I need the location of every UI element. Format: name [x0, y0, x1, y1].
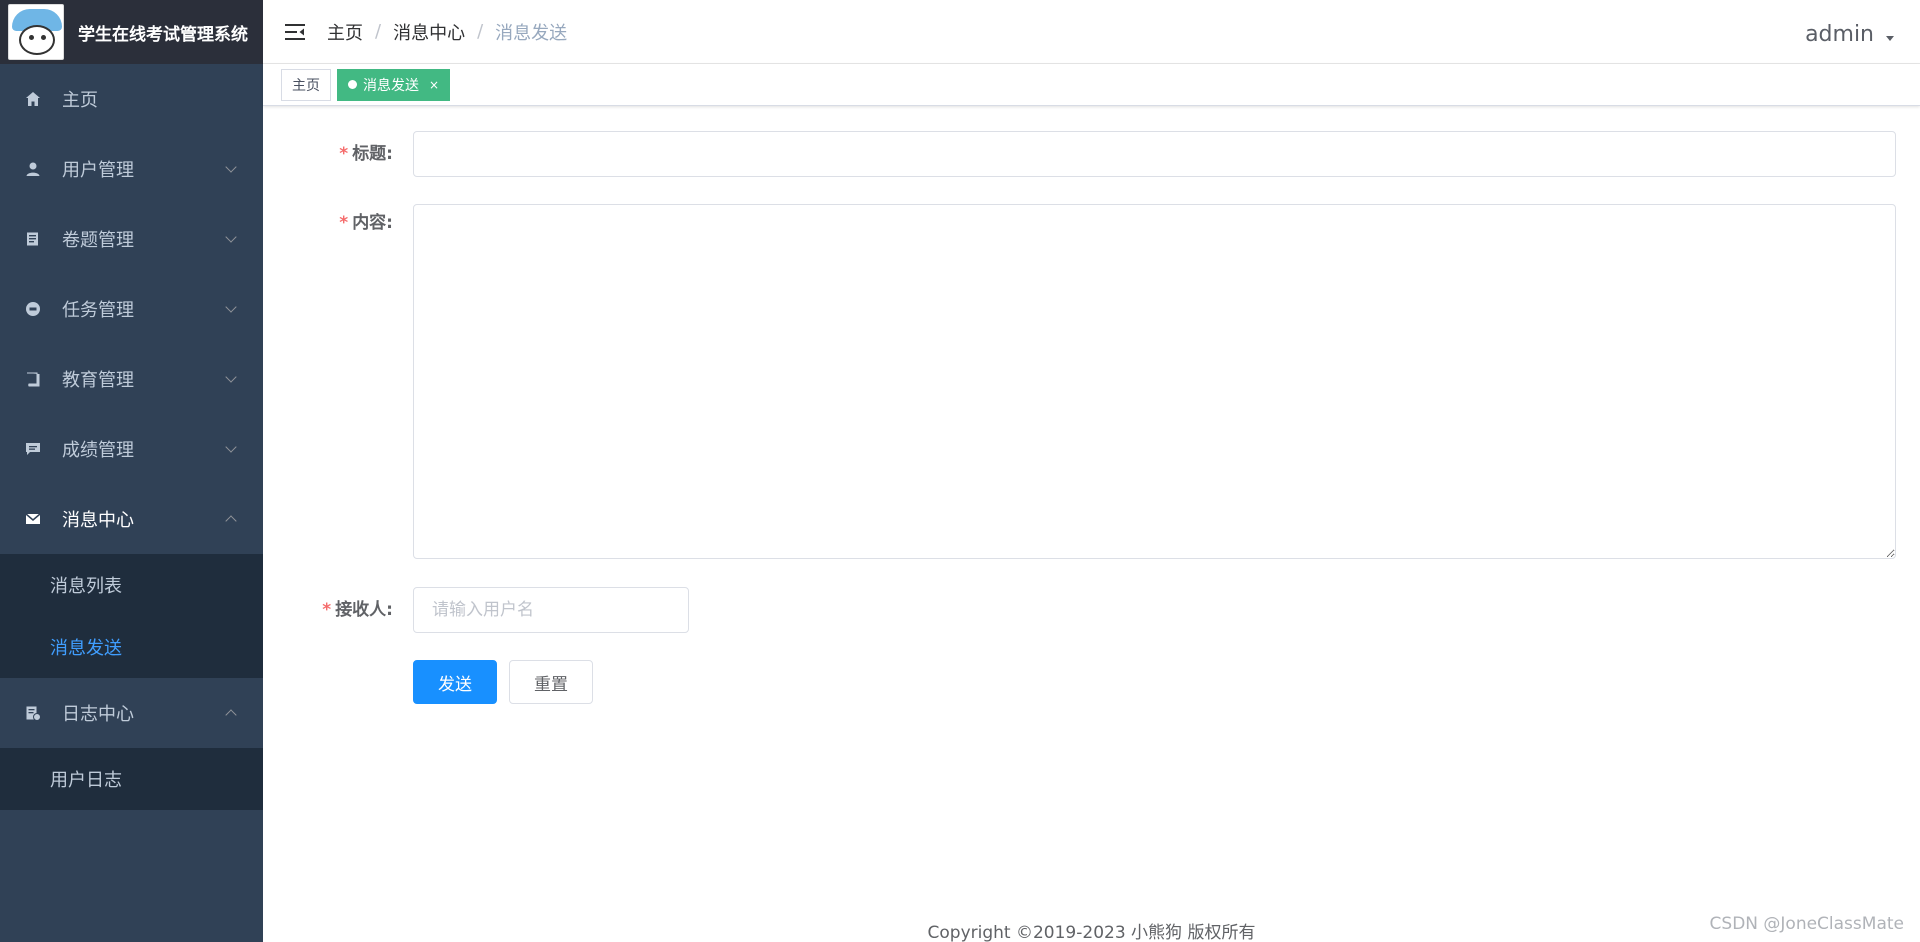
log-icon: [24, 704, 42, 722]
receiver-input[interactable]: [413, 587, 689, 633]
form-item-content: * 内容:: [263, 204, 1896, 559]
receiver-label: * 接收人:: [322, 600, 393, 620]
tags-view: 主页 消息发送 ×: [263, 64, 1920, 106]
reset-button[interactable]: 重置: [509, 660, 593, 704]
chevron-down-icon: [225, 441, 237, 453]
sidebar-item-message-center[interactable]: 消息中心: [0, 484, 263, 554]
sidebar-item-home[interactable]: 主页: [0, 64, 263, 134]
sidebar-item-label: 成绩管理: [62, 440, 134, 461]
sidebar-item-label: 用户管理: [62, 160, 134, 181]
form-item-title: * 标题:: [263, 131, 1896, 177]
breadcrumb-separator: /: [477, 21, 484, 42]
hamburger-icon[interactable]: [283, 20, 307, 44]
title-input[interactable]: [413, 131, 1896, 177]
breadcrumb-item-current: 消息发送: [495, 22, 568, 44]
sidebar-subitem-message-send[interactable]: 消息发送: [0, 616, 263, 678]
content-label: * 内容:: [339, 213, 393, 233]
close-icon[interactable]: ×: [429, 78, 439, 92]
sidebar-item-label: 卷题管理: [62, 230, 134, 251]
breadcrumb-separator: /: [375, 21, 382, 42]
sidebar-item-education-management[interactable]: 教育管理: [0, 344, 263, 414]
navbar: 主页 / 消息中心 / 消息发送 admin: [263, 0, 1920, 64]
caret-down-icon: [1886, 36, 1894, 41]
form-actions: 发送 重置: [413, 660, 593, 704]
chat-icon: [24, 440, 42, 458]
chevron-down-icon: [225, 161, 237, 173]
logo-area[interactable]: 学生在线考试管理系统: [0, 0, 263, 64]
sidebar-item-label: 日志中心: [62, 704, 134, 725]
sidebar-subitem-user-log[interactable]: 用户日志: [0, 748, 263, 810]
user-dropdown[interactable]: admin: [1805, 22, 1894, 47]
sidebar: 学生在线考试管理系统 主页 用户管理 卷题管理 任务管理 教育管理 成绩管理 消…: [0, 0, 263, 942]
title-label: * 标题:: [339, 144, 393, 164]
task-icon: [24, 300, 42, 318]
sidebar-item-task-management[interactable]: 任务管理: [0, 274, 263, 344]
sidebar-item-label: 任务管理: [62, 300, 134, 321]
sidebar-subitem-message-list[interactable]: 消息列表: [0, 554, 263, 616]
sidebar-item-label: 消息中心: [62, 510, 134, 531]
user-icon: [24, 160, 42, 178]
sidebar-item-label: 教育管理: [62, 370, 134, 391]
breadcrumb-item-message-center[interactable]: 消息中心: [393, 19, 465, 45]
chevron-down-icon: [225, 301, 237, 313]
form-item-receiver: * 接收人:: [263, 587, 689, 633]
home-icon: [24, 90, 42, 108]
send-button[interactable]: 发送: [413, 660, 497, 704]
chevron-down-icon: [225, 371, 237, 383]
watermark: CSDN @JoneClassMate: [1709, 914, 1904, 934]
footer-copyright: Copyright ©2019-2023 小熊狗 版权所有: [927, 923, 1256, 942]
tab-label: 消息发送: [363, 77, 419, 94]
sidebar-item-log-center[interactable]: 日志中心: [0, 678, 263, 748]
tab-message-send[interactable]: 消息发送 ×: [337, 68, 451, 101]
chevron-up-icon: [225, 515, 237, 527]
book-icon: [24, 370, 42, 388]
tab-label: 主页: [292, 77, 320, 94]
chevron-up-icon: [225, 709, 237, 721]
chevron-down-icon: [225, 231, 237, 243]
submenu-log-center: 用户日志: [0, 748, 263, 810]
submenu-message-center: 消息列表 消息发送: [0, 554, 263, 678]
mail-icon: [24, 510, 42, 528]
sidebar-item-score-management[interactable]: 成绩管理: [0, 414, 263, 484]
main-content: *标题: *内容: *接收人: 发送 重置: [263, 106, 1920, 942]
sidebar-item-label: 主页: [62, 90, 98, 111]
sidebar-item-user-management[interactable]: 用户管理: [0, 134, 263, 204]
active-dot-icon: [348, 80, 357, 89]
username: admin: [1805, 22, 1874, 47]
breadcrumb: 主页 / 消息中心 / 消息发送: [327, 19, 567, 45]
tab-home[interactable]: 主页: [281, 68, 331, 101]
app-title: 学生在线考试管理系统: [78, 24, 248, 45]
paper-icon: [24, 230, 42, 248]
breadcrumb-item-home[interactable]: 主页: [327, 19, 363, 45]
sidebar-item-paper-management[interactable]: 卷题管理: [0, 204, 263, 274]
content-textarea[interactable]: [413, 204, 1896, 559]
logo-image: [8, 4, 64, 60]
